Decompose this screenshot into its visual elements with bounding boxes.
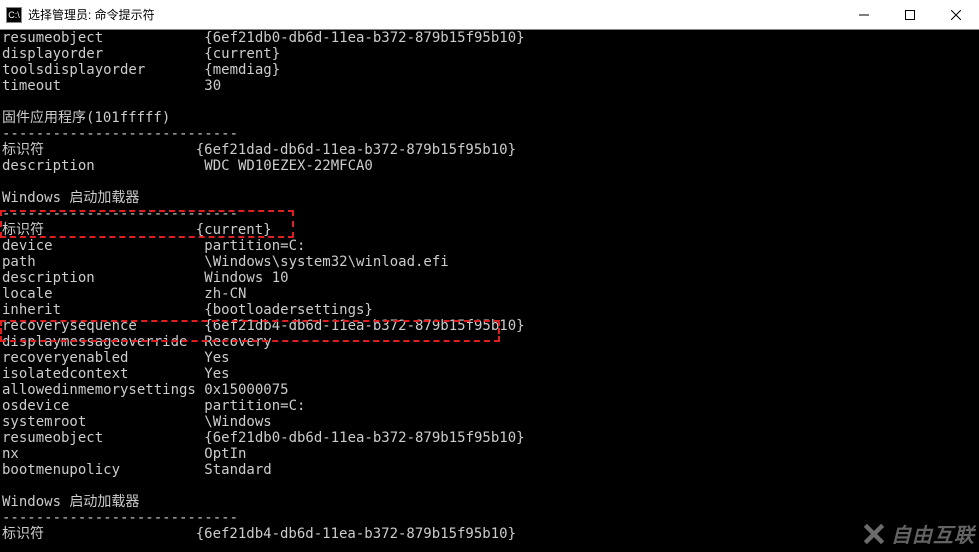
terminal-line: resumeobject {6ef21db0-db6d-11ea-b372-87…	[2, 30, 977, 46]
terminal-line: displaymessageoverride Recovery	[2, 334, 977, 350]
terminal-line: Windows 启动加载器	[2, 190, 977, 206]
terminal-line: toolsdisplayorder {memdiag}	[2, 62, 977, 78]
terminal-line: osdevice partition=C:	[2, 398, 977, 414]
terminal-line: recoverysequence {6ef21db4-db6d-11ea-b37…	[2, 318, 977, 334]
terminal-line: locale zh-CN	[2, 286, 977, 302]
terminal-line: bootmenupolicy Standard	[2, 462, 977, 478]
terminal-line: description WDC WD10EZEX-22MFCA0	[2, 158, 977, 174]
terminal-line: 标识符 {current}	[2, 222, 977, 238]
titlebar[interactable]: C:\ 选择管理员: 命令提示符	[0, 0, 979, 30]
minimize-icon	[859, 10, 869, 20]
terminal-line: isolatedcontext Yes	[2, 366, 977, 382]
maximize-icon	[905, 10, 915, 20]
window-title: 选择管理员: 命令提示符	[28, 6, 841, 23]
close-icon	[951, 10, 961, 20]
terminal-line: recoveryenabled Yes	[2, 350, 977, 366]
app-icon: C:\	[6, 7, 22, 23]
terminal-line: ----------------------------	[2, 510, 977, 526]
close-button[interactable]	[933, 0, 979, 29]
terminal-line: timeout 30	[2, 78, 977, 94]
window-controls	[841, 0, 979, 29]
terminal-line	[2, 174, 977, 190]
terminal-output[interactable]: resumeobject {6ef21db0-db6d-11ea-b372-87…	[0, 30, 979, 552]
terminal-line: inherit {bootloadersettings}	[2, 302, 977, 318]
cmd-window: C:\ 选择管理员: 命令提示符 resumeobject {6ef21db0-…	[0, 0, 979, 552]
terminal-line: path \Windows\system32\winload.efi	[2, 254, 977, 270]
terminal-line: description Windows 10	[2, 270, 977, 286]
terminal-line: device partition=C:	[2, 238, 977, 254]
terminal-line: systemroot \Windows	[2, 414, 977, 430]
terminal-line: 标识符 {6ef21db4-db6d-11ea-b372-879b15f95b1…	[2, 526, 977, 542]
terminal-line	[2, 94, 977, 110]
maximize-button[interactable]	[887, 0, 933, 29]
terminal-line: 标识符 {6ef21dad-db6d-11ea-b372-879b15f95b1…	[2, 142, 977, 158]
terminal-line: nx OptIn	[2, 446, 977, 462]
terminal-line: ----------------------------	[2, 126, 977, 142]
terminal-line: Windows 启动加载器	[2, 494, 977, 510]
terminal-line: resumeobject {6ef21db0-db6d-11ea-b372-87…	[2, 430, 977, 446]
terminal-line: ----------------------------	[2, 206, 977, 222]
terminal-line: allowedinmemorysettings 0x15000075	[2, 382, 977, 398]
terminal-line: 固件应用程序(101fffff)	[2, 110, 977, 126]
terminal-line	[2, 478, 977, 494]
minimize-button[interactable]	[841, 0, 887, 29]
terminal-line: displayorder {current}	[2, 46, 977, 62]
